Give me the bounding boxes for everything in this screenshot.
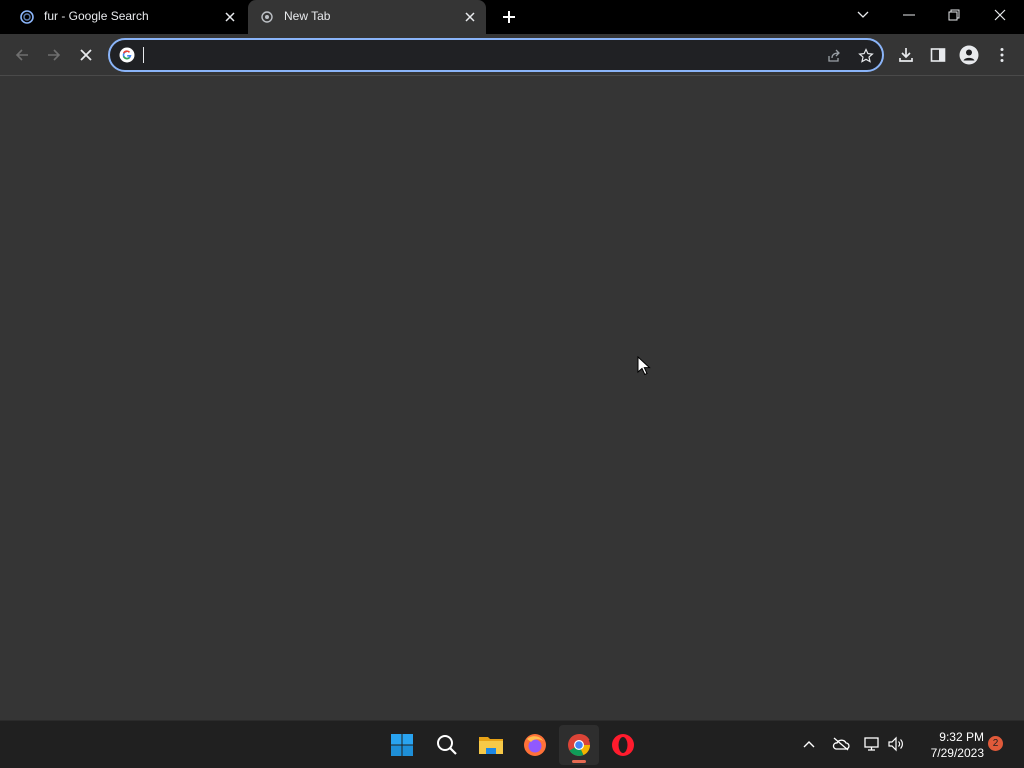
minimize-button[interactable] <box>887 0 931 30</box>
bookmark-star-icon[interactable] <box>856 46 876 66</box>
download-icon <box>899 48 913 62</box>
google-icon <box>119 47 135 63</box>
address-bar[interactable] <box>108 38 884 72</box>
plus-icon <box>503 11 515 23</box>
chrome-icon <box>568 733 590 756</box>
active-app-indicator <box>572 760 586 763</box>
share-icon[interactable] <box>824 46 844 66</box>
folder-icon <box>479 737 503 754</box>
notification-badge[interactable]: 2 <box>988 736 1003 751</box>
taskbar-search-button[interactable] <box>427 725 467 765</box>
onedrive-tray-button[interactable] <box>830 733 852 755</box>
opera-icon <box>612 734 634 756</box>
firefox-button[interactable] <box>515 725 555 765</box>
restore-button[interactable] <box>932 0 976 30</box>
downloads-button[interactable] <box>894 43 918 67</box>
mouse-cursor-icon <box>637 355 651 376</box>
taskbar-clock[interactable]: 9:32 PM 7/29/2023 <box>912 729 984 761</box>
network-tray-button[interactable] <box>861 733 883 755</box>
show-hidden-icons-button[interactable] <box>798 733 820 755</box>
menu-button[interactable] <box>990 43 1014 67</box>
tab-search-button[interactable] <box>841 0 885 30</box>
tab-title: New Tab <box>284 9 331 23</box>
kebab-menu-icon <box>1000 48 1004 62</box>
close-icon <box>994 9 1006 21</box>
cloud-offline-icon <box>832 737 850 751</box>
stop-loading-button[interactable] <box>74 43 98 67</box>
windows-logo-icon <box>391 734 413 756</box>
file-explorer-button[interactable] <box>471 725 511 765</box>
side-panel-button[interactable] <box>926 43 950 67</box>
text-caret <box>143 47 144 63</box>
arrow-left-icon <box>15 49 28 61</box>
taskbar <box>0 720 1024 768</box>
forward-button[interactable] <box>42 43 66 67</box>
restore-icon <box>948 9 960 21</box>
chevron-up-icon <box>803 741 815 748</box>
clock-time: 9:32 PM <box>939 730 984 744</box>
close-icon <box>80 49 92 61</box>
browser-toolbar <box>0 34 1024 76</box>
network-icon <box>864 737 879 751</box>
tab-title: fur - Google Search <box>44 9 149 23</box>
side-panel-icon <box>930 48 946 62</box>
address-input[interactable] <box>142 44 802 66</box>
close-window-button[interactable] <box>978 0 1022 30</box>
tab-new-tab[interactable]: New Tab <box>248 0 486 34</box>
minimize-icon <box>903 14 915 16</box>
back-button[interactable] <box>10 43 34 67</box>
clock-date: 7/29/2023 <box>930 746 984 760</box>
firefox-icon <box>524 734 546 756</box>
google-search-favicon-icon <box>20 10 34 24</box>
arrow-right-icon <box>48 49 61 61</box>
speaker-icon <box>888 736 903 752</box>
tab-google-search[interactable]: fur - Google Search <box>8 0 246 34</box>
chevron-down-icon <box>857 11 869 18</box>
page-content <box>0 77 1024 720</box>
volume-tray-button[interactable] <box>885 733 907 755</box>
tab-strip: fur - Google Search New Tab <box>0 0 1024 34</box>
new-tab-button[interactable] <box>499 7 519 27</box>
opera-button[interactable] <box>603 725 643 765</box>
start-button[interactable] <box>382 725 422 765</box>
avatar-icon <box>959 45 979 65</box>
tab-close-icon[interactable] <box>222 9 238 25</box>
chrome-button[interactable] <box>559 725 599 765</box>
search-icon <box>437 735 457 755</box>
tab-close-icon[interactable] <box>462 9 478 25</box>
profile-button[interactable] <box>957 43 981 67</box>
chrome-favicon-icon <box>260 10 274 24</box>
